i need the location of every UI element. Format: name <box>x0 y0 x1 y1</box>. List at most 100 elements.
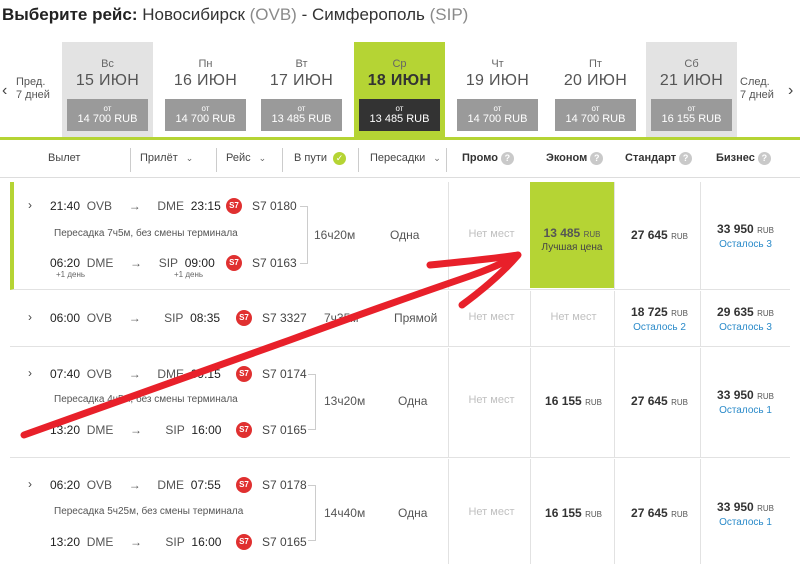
promo-fare: Нет мест <box>468 228 515 240</box>
dep-time: 06:20 <box>50 478 81 492</box>
expand-icon[interactable]: › <box>28 198 32 212</box>
day-dow: Чт <box>491 58 504 70</box>
flight-row[interactable]: › 21:40 OVB → DME 23:15 S7 S7 0180 Перес… <box>10 182 790 290</box>
arr-airport: DME <box>157 478 185 492</box>
business-fare[interactable]: 29 635 RUB Осталось 3 <box>704 305 787 333</box>
dep-airport: DME <box>86 535 114 549</box>
column-divider <box>530 459 531 564</box>
business-fare[interactable]: 33 950 RUB Осталось 1 <box>704 388 787 416</box>
arrow-icon: → <box>128 199 141 213</box>
day-date: 21 ИЮН <box>659 72 724 89</box>
column-divider <box>700 182 701 290</box>
arrow-icon: → <box>130 423 143 437</box>
dep-airport: DME <box>86 423 114 437</box>
day-date: 17 ИЮН <box>269 72 334 89</box>
day-tab-1[interactable]: Пн 16 ИЮН от 14 700 RUB <box>160 42 251 137</box>
day-dow: Ср <box>392 58 407 70</box>
header-divider <box>130 148 131 172</box>
arr-time: 09:15 <box>190 367 221 381</box>
chevron-down-icon: ⌄ <box>433 153 441 163</box>
column-divider <box>530 348 531 458</box>
help-icon[interactable]: ? <box>757 152 771 165</box>
results-header: Вылет Прилёт ⌄ Рейс ⌄ В пути ✓ Пересадки ⌄ П… <box>0 140 800 178</box>
column-divider <box>700 348 701 458</box>
sort-transfers[interactable]: Пересадки ⌄ <box>370 152 441 164</box>
check-icon: ✓ <box>333 152 347 165</box>
arr-time: 16:00 <box>191 423 222 437</box>
sort-flight[interactable]: Рейс ⌄ <box>226 152 266 164</box>
transfer-note: Пересадка 7ч5м, без смены терминала <box>54 228 238 239</box>
sort-arrival[interactable]: Прилёт ⌄ <box>140 152 193 164</box>
date-selector: ‹ Пред. 7 дней Вс 15 ИЮН от 14 700 RUB П… <box>0 42 800 137</box>
business-amount: 33 950 <box>717 222 754 236</box>
sort-departure[interactable]: Вылет <box>48 152 80 164</box>
currency: RUB <box>585 510 602 519</box>
chevron-down-icon: ⌄ <box>258 153 267 163</box>
expand-icon[interactable]: › <box>28 366 32 380</box>
standard-fare[interactable]: 27 645 RUB <box>618 394 701 408</box>
economy-fare[interactable]: 16 155 RUB <box>532 506 615 520</box>
stops: Одна <box>398 394 428 408</box>
currency: RUB <box>585 398 602 407</box>
expand-icon[interactable]: › <box>28 477 32 491</box>
day-dow: Сб <box>684 58 699 70</box>
duration: 16ч20м <box>314 228 356 242</box>
help-icon[interactable]: ? <box>679 152 693 165</box>
sort-duration[interactable]: В пути ✓ <box>294 152 347 165</box>
header-divider <box>358 148 359 172</box>
title-dash: - <box>301 5 308 24</box>
stops: Одна <box>390 228 420 242</box>
column-divider <box>700 291 701 347</box>
economy-label: Эконом <box>546 152 588 164</box>
business-fare[interactable]: 33 950 RUB Осталось 1 <box>704 500 787 528</box>
currency: RUB <box>671 232 688 241</box>
standard-amount: 27 645 <box>631 394 668 408</box>
flight-row[interactable]: › 06:00 OVB → SIP 08:35 S7 S7 3327 7ч35м… <box>10 291 790 347</box>
flight-number: S7 3327 <box>262 311 307 325</box>
help-icon[interactable]: ? <box>590 152 604 165</box>
flight-number: S7 0174 <box>262 367 307 381</box>
next-week-button[interactable]: След. 7 дней › <box>740 76 793 102</box>
business-fare[interactable]: 33 950 RUB Осталось 3 <box>704 222 787 250</box>
flight-row[interactable]: › 07:40 OVB → DME 09:15 S7 S7 0174 Перес… <box>10 348 790 458</box>
arr-airport: SIP <box>165 535 185 549</box>
segment-1: 06:20 OVB → DME 07:55 <box>50 478 221 492</box>
economy-fare[interactable]: 16 155 RUB <box>532 394 615 408</box>
prev-label: Пред. <box>16 76 46 88</box>
page-title: Выберите рейс: Новосибирск (OVB) - Симфе… <box>2 5 468 25</box>
arrow-icon: → <box>128 311 141 325</box>
business-amount: 33 950 <box>717 388 754 402</box>
day-price: 16 155 RUB <box>661 113 722 125</box>
standard-fare[interactable]: 18 725 RUB Осталось 2 <box>618 305 701 333</box>
day-tab-5[interactable]: Пт 20 ИЮН от 14 700 RUB <box>550 42 641 137</box>
day-price: 14 700 RUB <box>565 113 626 125</box>
prev-days: 7 дней <box>16 89 50 101</box>
flight-row[interactable]: › 06:20 OVB → DME 07:55 S7 S7 0178 Перес… <box>10 459 790 564</box>
column-divider <box>614 348 615 458</box>
standard-fare[interactable]: 27 645 RUB <box>618 228 701 242</box>
title-from: Новосибирск <box>142 5 245 24</box>
expand-icon[interactable]: › <box>28 310 32 324</box>
day-tab-4[interactable]: Чт 19 ИЮН от 14 700 RUB <box>452 42 543 137</box>
help-icon[interactable]: ? <box>500 152 514 165</box>
duration: 13ч20м <box>324 394 366 408</box>
segment-1: 21:40 OVB → DME 23:15 <box>50 199 221 213</box>
prev-week-button[interactable]: ‹ Пред. 7 дней <box>2 76 50 102</box>
currency: RUB <box>757 226 774 235</box>
chevron-left-icon: ‹ <box>2 82 8 99</box>
header-divider <box>446 148 447 172</box>
segment-1: 07:40 OVB → DME 09:15 <box>50 367 221 381</box>
s7-logo-icon: S7 <box>236 422 252 438</box>
economy-fare-best[interactable]: 13 485 RUB Лучшая цена <box>530 182 614 288</box>
s7-logo-icon: S7 <box>236 534 252 550</box>
promo-label: Промо <box>462 152 498 164</box>
flight-number: S7 0165 <box>262 535 307 549</box>
departure-label: Вылет <box>48 152 81 164</box>
day-tab-3-selected[interactable]: Ср 18 ИЮН от 13 485 RUB <box>354 42 445 137</box>
day-tab-6[interactable]: Сб 21 ИЮН от 16 155 RUB <box>646 42 737 137</box>
stops: Прямой <box>394 311 438 325</box>
day-tab-2[interactable]: Вт 17 ИЮН от 13 485 RUB <box>256 42 347 137</box>
day-date: 20 ИЮН <box>563 72 628 89</box>
standard-fare[interactable]: 27 645 RUB <box>618 506 701 520</box>
day-tab-0[interactable]: Вс 15 ИЮН от 14 700 RUB <box>62 42 153 137</box>
